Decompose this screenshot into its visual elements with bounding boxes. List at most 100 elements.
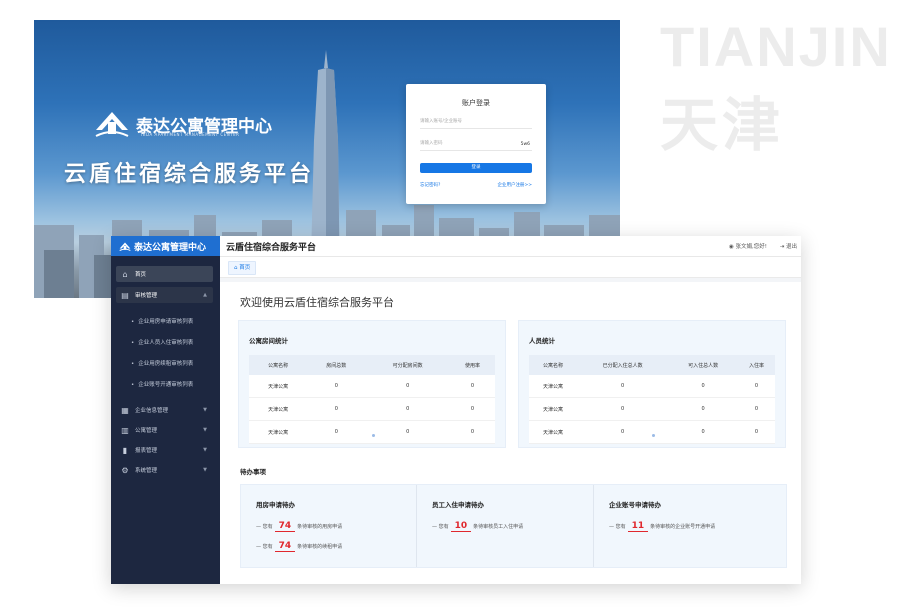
table-cell: 0: [576, 375, 669, 398]
sidebar-logo: 泰达公寓管理中心: [111, 236, 220, 256]
sidebar-item-label: 报表管理: [135, 448, 158, 454]
register-link[interactable]: 企业用户注册>>: [497, 182, 532, 188]
watermark-chinese: 天津: [660, 91, 785, 159]
sidebar-item-home[interactable]: ⌂ 首页: [116, 266, 213, 282]
sidebar-item-label: 首页: [135, 272, 147, 278]
person-stats-table: 公寓名称 已分配入住总人数 可入住总人数 入住率 天津公寓 0 0 0 天津公寓…: [529, 355, 775, 444]
table-cell: 0: [365, 375, 450, 398]
todo-staff-checkin: 员工入住申请待办 — 您有 10 条待审核员工入住申请: [416, 485, 593, 567]
todo-column-title: 用房申请待办: [256, 501, 295, 509]
todo-item[interactable]: — 您有 74 条待审核的续租申请: [256, 541, 342, 552]
table-header: 可分配房间数: [365, 355, 450, 375]
logout-button[interactable]: ⇥ 退出: [780, 242, 797, 250]
person-stats-panel: 人员统计 公寓名称 已分配入住总人数 可入住总人数 入住率 天津公寓 0 0 0…: [518, 320, 786, 448]
tab-bar: ⌂ 首页: [220, 257, 801, 278]
login-title: 账户登录: [462, 99, 490, 107]
hero-platform-title: 云盾住宿综合服务平台: [64, 162, 315, 187]
table-cell: 0: [307, 375, 366, 398]
todo-item[interactable]: — 您有 74 条待审核的用房申请: [256, 521, 342, 532]
todo-suffix: 条待审核的企业账号开通申请: [650, 524, 716, 530]
tab-home-label: 首页: [239, 265, 251, 271]
sidebar-subitem-account-open[interactable]: 企业账号开通审核列表: [131, 380, 193, 388]
sidebar-item-enterprise[interactable]: ▦ 企业信息管理 ▼: [116, 402, 213, 418]
top-bar: 云盾住宿综合服务平台 ◉ 张文娟,您好! ⇥ 退出: [220, 236, 801, 257]
user-name: 张文娟,您好!: [735, 244, 767, 250]
table-row: 天津公寓 0 0 0: [249, 375, 495, 398]
sidebar-subitem-staff-checkin[interactable]: 企业人员入住审核列表: [131, 338, 193, 346]
table-cell: 0: [307, 420, 366, 444]
table-cell: 0: [737, 397, 775, 421]
todo-item[interactable]: — 您有 10 条待审核员工入住申请: [432, 521, 523, 532]
table-header: 可入住总人数: [668, 355, 738, 375]
table-cell: 天津公寓: [249, 420, 308, 444]
todo-column-title: 企业账号申请待办: [609, 501, 661, 509]
user-greeting[interactable]: ◉ 张文娟,您好!: [729, 242, 767, 250]
pagination-dot[interactable]: [652, 434, 655, 437]
sidebar-subitem-room-renew[interactable]: 企业用房续租审核列表: [131, 359, 193, 367]
table-header: 已分配入住总人数: [576, 355, 669, 375]
sidebar-subitem-room-apply[interactable]: 企业用房申请审核列表: [131, 317, 193, 325]
todo-count: 74: [274, 521, 296, 532]
todo-prefix: — 您有: [432, 524, 449, 530]
todo-column-title: 员工入住申请待办: [432, 501, 484, 509]
home-icon: ⌂: [122, 269, 128, 279]
table-header-row: 公寓名称 房间总数 可分配房间数 使用率: [249, 355, 495, 375]
house-logo-icon: [119, 242, 131, 251]
table-header: 入住率: [737, 355, 775, 375]
sidebar-item-review[interactable]: ▤ 审核管理 ▲: [116, 287, 213, 303]
todo-count: 10: [450, 521, 472, 532]
hero-logo: 泰达公寓管理中心 TEDA APARTMENT MANAGEMENT CENTE…: [94, 108, 272, 140]
table-cell: 0: [737, 420, 775, 444]
sidebar-item-system[interactable]: ⚙ 系统管理 ▼: [116, 462, 213, 478]
gear-icon: ⚙: [121, 465, 129, 475]
table-cell: 0: [668, 420, 738, 444]
pagination-dot[interactable]: [372, 434, 375, 437]
review-list-icon: ▤: [121, 290, 129, 300]
chevron-down-icon: ▼: [203, 447, 207, 453]
main-content: 欢迎使用云盾住宿综合服务平台 公寓房间统计 公寓名称 房间总数 可分配房间数 使…: [220, 282, 801, 584]
table-cell: 天津公寓: [529, 375, 577, 398]
house-logo-icon: [95, 112, 129, 137]
building-icon: ▥: [121, 425, 129, 435]
table-cell: 天津公寓: [249, 375, 308, 398]
room-stats-table: 公寓名称 房间总数 可分配房间数 使用率 天津公寓 0 0 0 天津公寓 0 0…: [249, 355, 495, 444]
logout-label: 退出: [785, 244, 797, 250]
forgot-password-link[interactable]: 忘记密码?: [420, 182, 440, 188]
todo-item[interactable]: — 您有 11 条待审核的企业账号开通申请: [609, 521, 715, 532]
todo-suffix: 条待审核员工入住申请: [473, 524, 524, 530]
chevron-down-icon: ▼: [203, 467, 207, 473]
sidebar-item-apartment[interactable]: ▥ 公寓管理 ▼: [116, 422, 213, 438]
username-input[interactable]: 请输入账号/企业账号: [420, 116, 532, 129]
password-input[interactable]: 请输入密码: [420, 138, 532, 151]
enterprise-icon: ▦: [121, 405, 129, 415]
table-cell: 0: [307, 397, 366, 421]
table-cell: 0: [450, 420, 495, 444]
table-cell: 0: [576, 397, 669, 421]
todo-count: 11: [627, 521, 649, 532]
table-header: 公寓名称: [529, 355, 577, 375]
table-cell: 0: [576, 420, 669, 444]
todo-count: 74: [274, 541, 296, 552]
table-cell: 0: [737, 375, 775, 398]
bar-chart-icon: ▮: [122, 445, 128, 455]
todo-suffix: 条待审核的续租申请: [297, 544, 343, 550]
login-card: 账户登录 请输入账号/企业账号 请输入密码 5w6 登录 忘记密码? 企业用户注…: [406, 84, 546, 204]
todo-prefix: — 您有: [256, 544, 273, 550]
login-button[interactable]: 登录: [420, 163, 532, 173]
captcha-code[interactable]: 5w6: [521, 142, 530, 147]
person-stats-title: 人员统计: [529, 337, 555, 345]
table-header: 房间总数: [307, 355, 366, 375]
table-header: 公寓名称: [249, 355, 308, 375]
tab-home[interactable]: ⌂ 首页: [228, 261, 257, 275]
sidebar-item-report[interactable]: ▮ 报表管理 ▼: [116, 442, 213, 458]
chevron-down-icon: ▼: [203, 427, 207, 433]
todo-room-apply: 用房申请待办 — 您有 74 条待审核的用房申请 — 您有 74 条待审核的续租…: [241, 485, 417, 567]
chevron-up-icon: ▲: [203, 292, 207, 298]
table-cell: 天津公寓: [249, 397, 308, 421]
todo-prefix: — 您有: [609, 524, 626, 530]
sidebar-item-label: 企业信息管理: [135, 408, 169, 414]
app-title: 云盾住宿综合服务平台: [226, 243, 317, 253]
sidebar-logo-text: 泰达公寓管理中心: [134, 242, 207, 253]
table-cell: 天津公寓: [529, 420, 577, 444]
table-row: 天津公寓 0 0 0: [249, 397, 495, 421]
